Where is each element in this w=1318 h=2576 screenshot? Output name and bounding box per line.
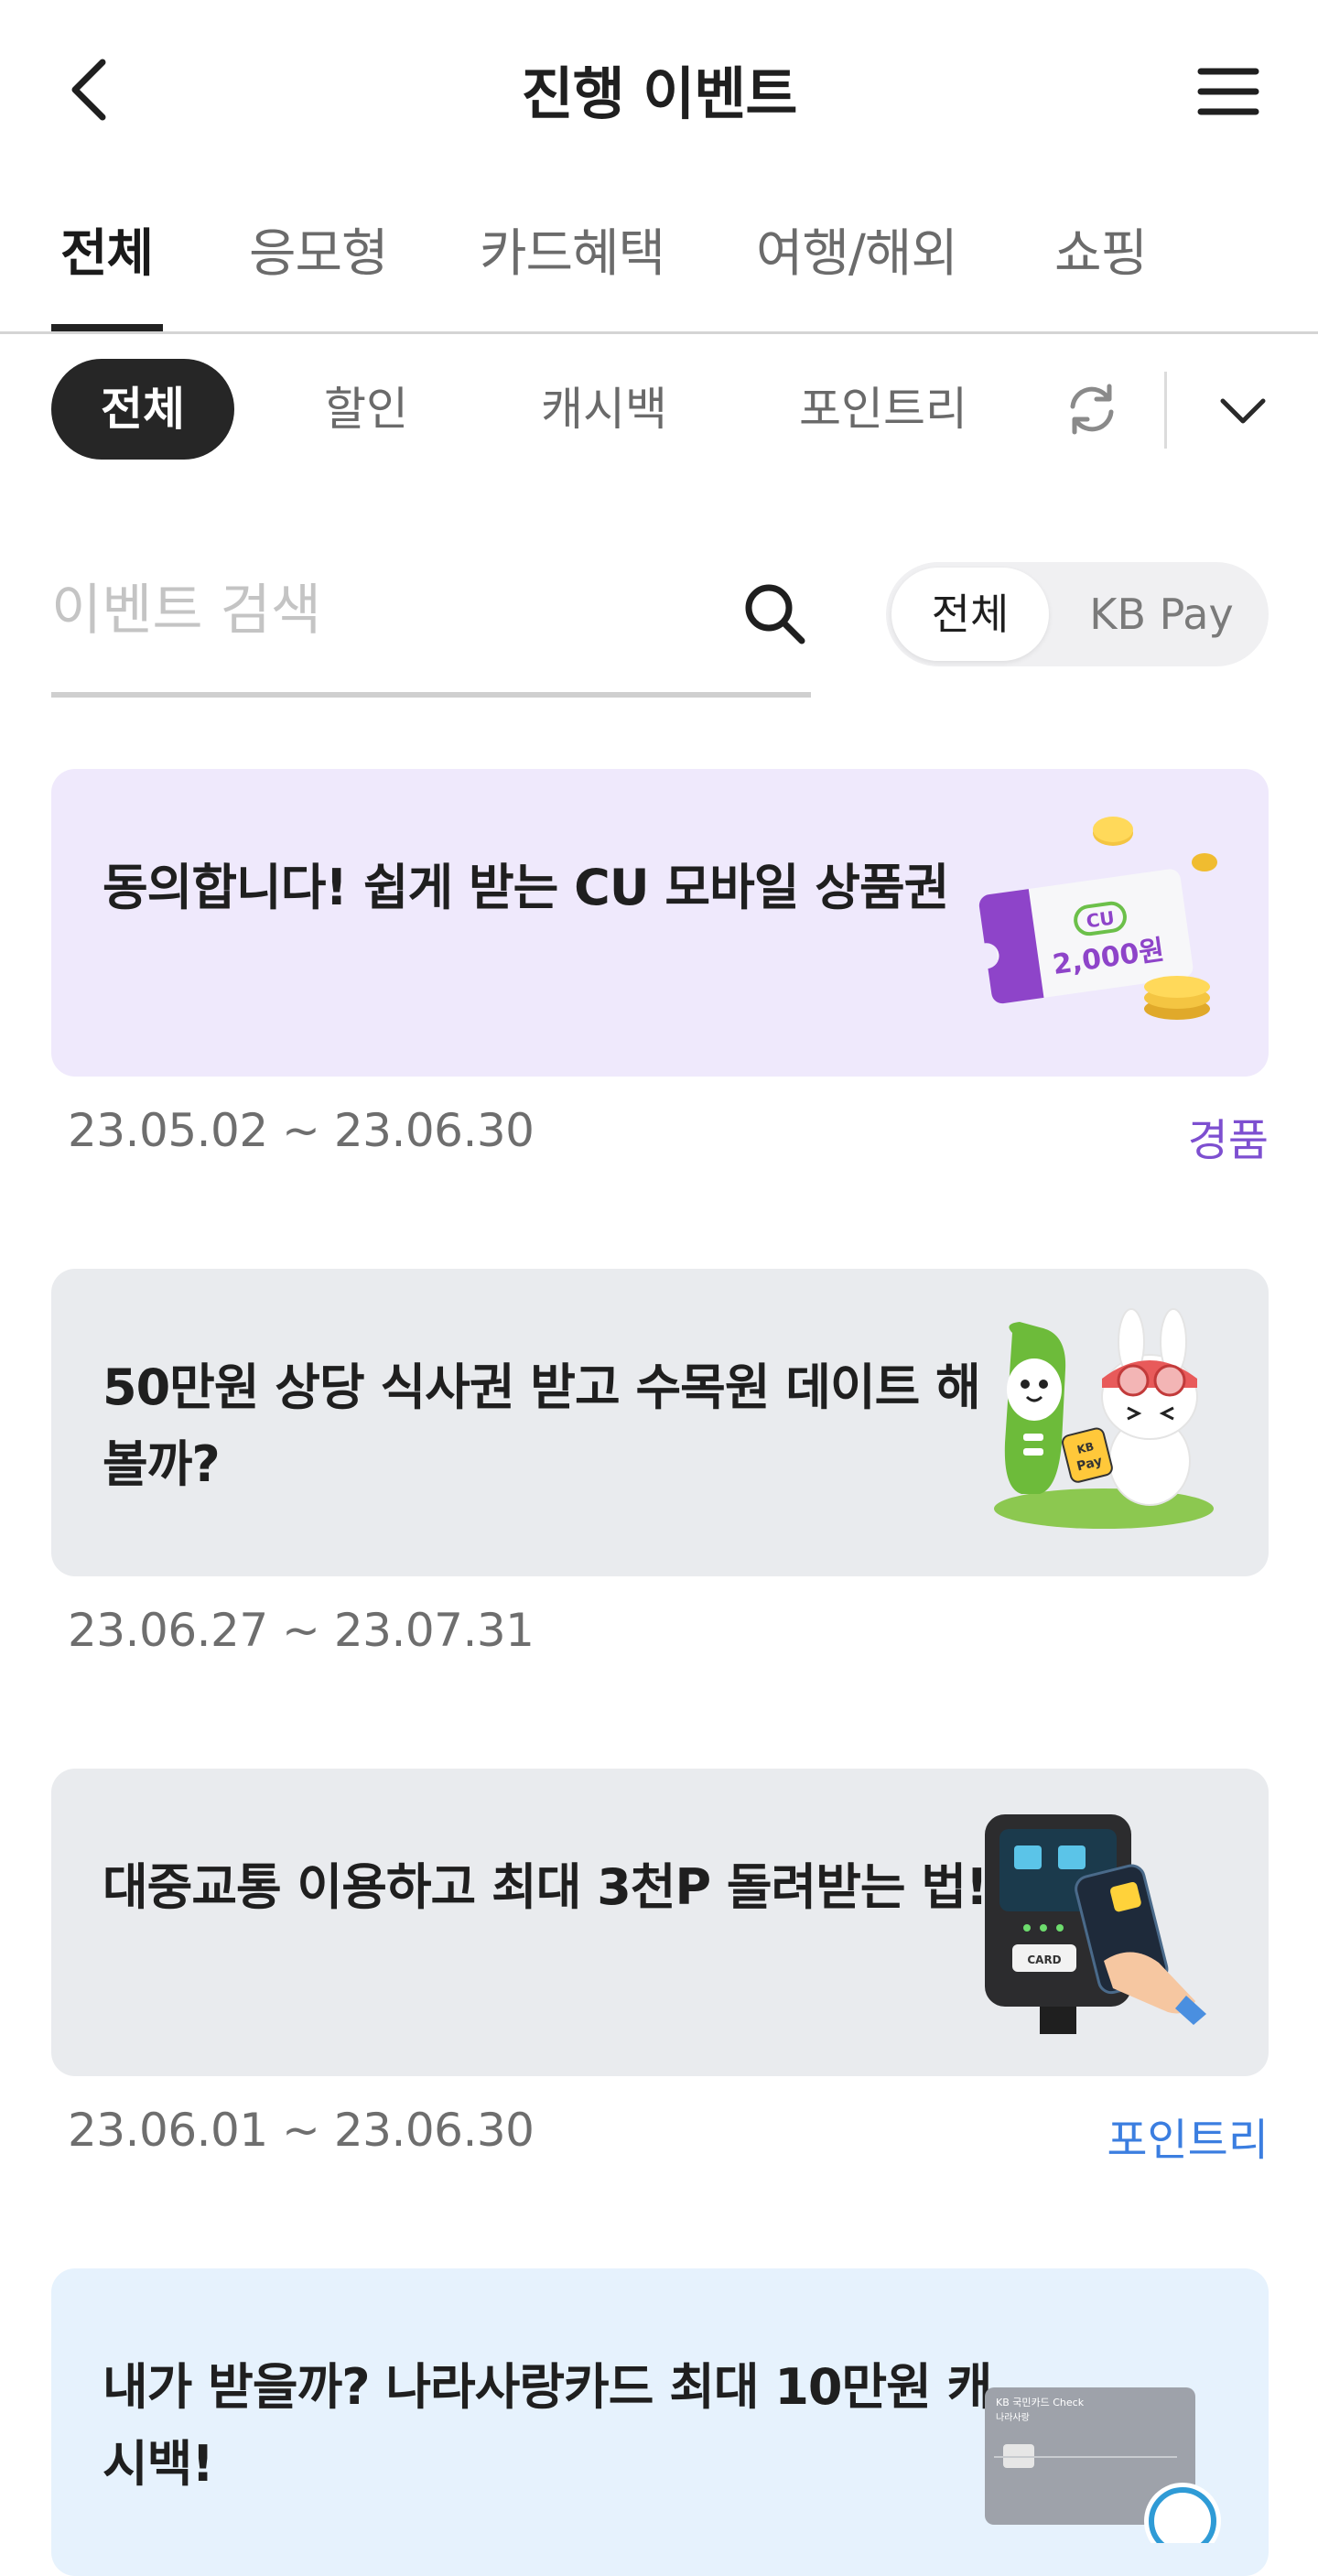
card-name-text: 나라사랑 — [996, 2412, 1030, 2423]
tab-entry[interactable]: 응모형 — [249, 212, 389, 287]
search-icon — [745, 584, 805, 644]
toggle-kb-pay[interactable]: KB Pay — [1060, 568, 1263, 661]
search-button[interactable] — [738, 577, 811, 650]
tabs-fade-overlay — [1208, 192, 1318, 330]
payment-type-toggle: 전체 KB Pay — [886, 562, 1269, 666]
event-title: 50만원 상당 식사권 받고 수목원 데이트 해볼까? — [103, 1358, 981, 1493]
active-tab-indicator — [51, 324, 163, 331]
refresh-button[interactable] — [1062, 379, 1122, 439]
tab-shopping[interactable]: 쇼핑 — [1054, 212, 1148, 287]
filter-chip-discount[interactable]: 할인 — [293, 359, 439, 460]
top-app-bar: 진행 이벤트 — [0, 0, 1318, 174]
event-card[interactable]: 대중교통 이용하고 최대 3천P 돌려받는 법! CARD — [51, 1769, 1269, 2076]
mascot-characters-icon: KB Pay — [967, 1305, 1241, 1543]
event-card[interactable]: 동의합니다! 쉽게 받는 CU 모바일 상품권 CU 2,000원 — [51, 769, 1269, 1077]
event-tag[interactable]: 포인트리 — [1107, 2104, 1269, 2168]
event-tag[interactable]: 경품 — [1188, 1104, 1269, 1168]
toggle-all[interactable]: 전체 — [891, 568, 1049, 661]
event-period: 23.06.01 ~ 23.06.30 — [68, 2104, 535, 2157]
page-title: 진행 이벤트 — [521, 60, 798, 127]
filter-chip-cashback[interactable]: 캐시백 — [513, 359, 696, 460]
event-title: 내가 받을까? 나라사랑카드 최대 10만원 캐시백! — [103, 2358, 992, 2493]
tab-card-benefits[interactable]: 카드혜택 — [480, 212, 665, 287]
tab-all[interactable]: 전체 — [60, 212, 154, 287]
search-bar — [51, 549, 811, 698]
event-card[interactable]: 50만원 상당 식사권 받고 수목원 데이트 해볼까? KB Pay — [51, 1269, 1269, 1576]
search-input[interactable] — [51, 569, 710, 652]
hamburger-menu-icon — [1197, 68, 1259, 115]
event-title: 동의합니다! 쉽게 받는 CU 모바일 상품권 — [103, 859, 949, 916]
event-title: 대중교통 이용하고 최대 3천P 돌려받는 법! — [103, 1858, 988, 1916]
cu-gift-voucher-icon: CU 2,000원 — [967, 806, 1241, 1044]
filter-chip-pointree[interactable]: 포인트리 — [778, 359, 988, 460]
category-tabs: 전체 응모형 카드혜택 여행/해외 쇼핑 — [0, 192, 1318, 334]
refresh-icon — [1070, 384, 1114, 435]
event-period: 23.05.02 ~ 23.06.30 — [68, 1104, 535, 1157]
card-issuer-text: KB 국민카드 Check — [996, 2397, 1085, 2408]
event-period: 23.06.27 ~ 23.07.31 — [68, 1604, 535, 1657]
expand-filters-button[interactable] — [1217, 388, 1269, 432]
reader-card-label: CARD — [1027, 1954, 1061, 1966]
filter-chip-all[interactable]: 전체 — [51, 359, 234, 460]
voucher-brand-text: CU — [1085, 906, 1116, 932]
chevron-down-icon — [1220, 398, 1266, 424]
benefit-filter-bar: 전체 할인 캐시백 포인트리 — [0, 357, 1318, 467]
tab-travel-overseas[interactable]: 여행/해외 — [756, 212, 958, 287]
filter-divider — [1164, 372, 1167, 449]
nara-sarang-card-icon: KB 국민카드 Check 나라사랑 — [967, 2305, 1241, 2560]
menu-button[interactable] — [1190, 55, 1263, 128]
event-card[interactable]: 내가 받을까? 나라사랑카드 최대 10만원 캐시백! KB 국민카드 Chec… — [51, 2268, 1269, 2576]
transit-card-reader-icon: CARD — [967, 1805, 1241, 2043]
